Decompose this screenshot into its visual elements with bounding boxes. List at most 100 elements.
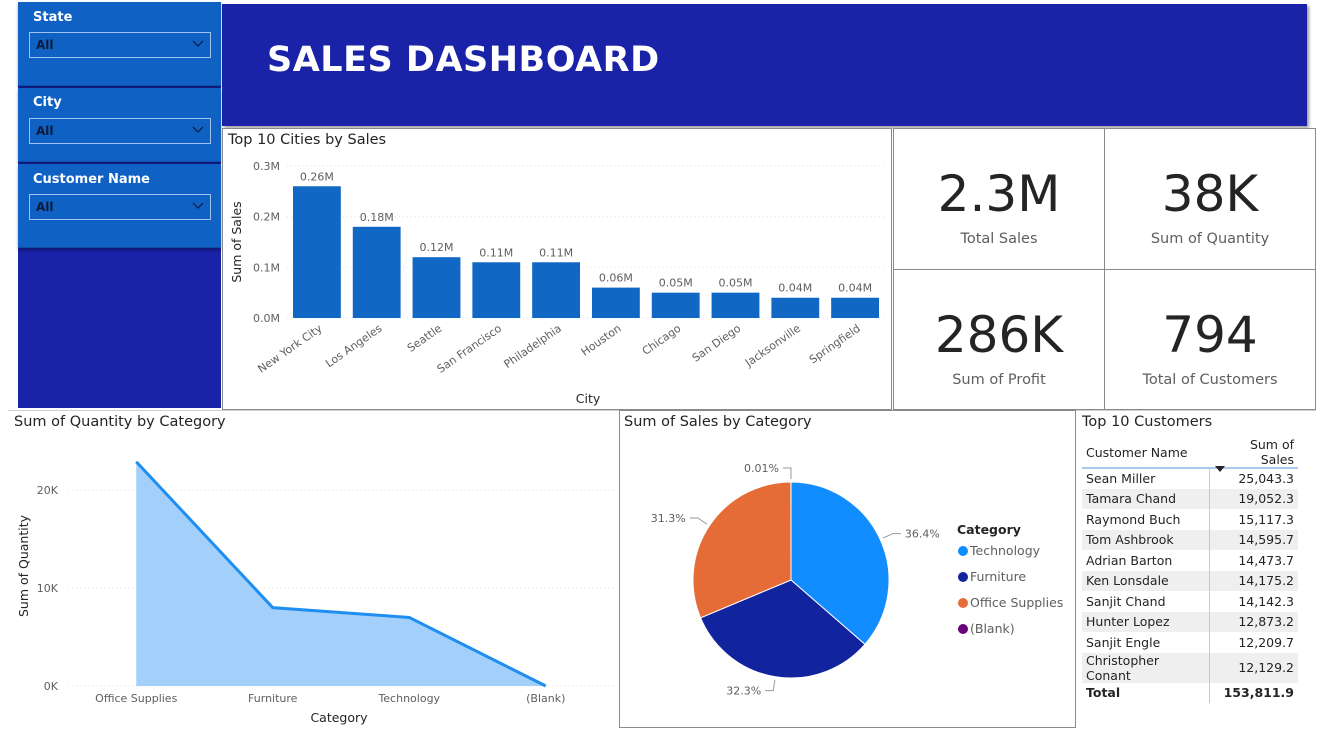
bar xyxy=(591,287,640,318)
table-body: Sean Miller 25,043.3 Tamara Chand 19,052.3 R… xyxy=(1082,468,1298,703)
customer-name-dropdown-value: All xyxy=(36,200,54,214)
city-slicer: City All xyxy=(18,88,221,162)
top-customers-table-visual[interactable]: Top 10 Customers Customer Name Sum of Sa… xyxy=(1076,410,1316,728)
leader-line xyxy=(689,517,708,525)
data-label: 0.12M xyxy=(420,241,454,254)
slice-data-label: 31.3% xyxy=(651,512,686,525)
y-tick-label: 10K xyxy=(37,582,59,595)
sales-by-category-pie-chart[interactable]: Sum of Sales by Category 36.4% 32.3% 31.3%… xyxy=(619,410,1076,728)
x-tick-label: Los Angeles xyxy=(323,322,384,370)
x-tick-label: (Blank) xyxy=(526,692,565,705)
table-row[interactable]: Christopher Conant 12,129.2 xyxy=(1082,652,1298,683)
column-header-customer-name[interactable]: Customer Name xyxy=(1082,437,1210,469)
y-tick-label: 20K xyxy=(37,484,59,497)
customer-name-slicer-label: Customer Name xyxy=(33,172,150,187)
customer-name-slicer: Customer Name All xyxy=(18,164,221,248)
customer-name-cell: Sanjit Chand xyxy=(1086,593,1166,609)
customer-name-cell: Raymond Buch xyxy=(1086,511,1181,527)
chevron-down-icon xyxy=(192,126,204,133)
total-label: Total xyxy=(1086,685,1121,701)
x-tick-label: Philadelphia xyxy=(501,322,563,371)
legend-item: Office Supplies xyxy=(970,595,1063,610)
customer-name-cell: Hunter Lopez xyxy=(1082,611,1210,632)
state-slicer-label: State xyxy=(33,10,73,25)
x-axis-title: Category xyxy=(310,710,368,725)
x-tick-label: Chicago xyxy=(640,322,684,358)
chevron-down-icon xyxy=(192,40,204,47)
city-slicer-label: City xyxy=(33,95,62,110)
bar xyxy=(771,297,820,318)
kpi-label: Sum of Quantity xyxy=(1150,231,1270,247)
legend-item: Furniture xyxy=(970,569,1026,584)
y-axis-title: Sum of Sales xyxy=(229,201,244,282)
y-tick-label: 0.2M xyxy=(253,211,280,224)
data-label: 0.06M xyxy=(599,272,633,285)
customer-name-cell: Ken Lonsdale xyxy=(1082,570,1210,591)
kpi-value: 794 xyxy=(1162,306,1258,364)
table-row[interactable]: Tamara Chand 19,052.3 xyxy=(1082,488,1298,509)
x-tick-label: Furniture xyxy=(248,692,298,705)
table-row[interactable]: Tom Ashbrook 14,595.7 xyxy=(1082,529,1298,550)
bar xyxy=(831,297,880,318)
sum-of-sales-cell: 19,052.3 xyxy=(1208,488,1298,509)
chevron-down-icon xyxy=(192,202,204,209)
kpi-label: Total of Customers xyxy=(1142,372,1278,388)
x-axis-title: City xyxy=(576,391,601,406)
table-row[interactable]: Sean Miller 25,043.3 xyxy=(1082,468,1298,489)
slice-data-label: 0.01% xyxy=(744,462,779,475)
table-row[interactable]: Sanjit Engle 12,209.7 xyxy=(1082,632,1298,653)
customer-name-cell: Tom Ashbrook xyxy=(1082,529,1210,550)
table-row[interactable]: Adrian Barton 14,473.7 xyxy=(1082,550,1298,571)
data-label: 0.05M xyxy=(659,277,693,290)
y-tick-label: 0.0M xyxy=(253,312,280,325)
city-dropdown[interactable]: All xyxy=(29,118,211,144)
header-banner: SALES DASHBOARD xyxy=(222,4,1307,126)
data-label: 0.11M xyxy=(539,246,573,259)
legend-marker xyxy=(958,546,968,556)
data-label: 0.18M xyxy=(360,211,394,224)
legend-item: Technology xyxy=(969,543,1041,558)
kpi-label: Total Sales xyxy=(960,231,1038,247)
customer-name-cell: Tamara Chand xyxy=(1082,488,1210,509)
total-row: Total 153,811.9 xyxy=(1082,682,1298,703)
y-tick-label: 0K xyxy=(44,680,59,693)
leader-line xyxy=(765,679,776,692)
sum-of-sales-cell: 12,873.2 xyxy=(1208,611,1298,632)
state-dropdown[interactable]: All xyxy=(29,32,211,58)
sum-of-sales-cell: 14,473.7 xyxy=(1208,550,1298,571)
sum-of-sales-cell: 14,175.2 xyxy=(1208,570,1298,591)
bar xyxy=(472,262,521,318)
x-tick-label: Seattle xyxy=(405,322,445,355)
x-tick-label: Jacksonville xyxy=(742,322,803,370)
bar xyxy=(412,257,461,318)
slice-data-label: 32.3% xyxy=(726,685,761,698)
slice-data-label: 36.4% xyxy=(905,528,940,541)
data-label: 0.05M xyxy=(719,277,753,290)
filter-panel: State All City All Customer Name All xyxy=(18,2,221,408)
table-row[interactable]: Raymond Buch 15,117.3 xyxy=(1082,509,1298,530)
top-cities-bar-chart[interactable]: Top 10 Cities by Sales 0.0M 0.1M 0.2M 0.3M 0… xyxy=(222,128,892,410)
column-header-sum-of-sales[interactable]: Sum of Sales xyxy=(1209,437,1298,472)
sum-of-sales-cell: 12,209.7 xyxy=(1208,632,1298,653)
column-header-label: Sum of Sales xyxy=(1249,437,1294,467)
kpi-sum-of-quantity: 38K Sum of Quantity xyxy=(1104,128,1316,270)
bar xyxy=(292,186,341,318)
city-dropdown-value: All xyxy=(36,124,54,138)
quantity-by-category-area-chart[interactable]: Sum of Quantity by Category 0K 10K 20K Offi… xyxy=(8,410,619,728)
page-title: SALES DASHBOARD xyxy=(267,40,660,80)
legend-marker xyxy=(958,624,968,634)
area-fill xyxy=(136,461,546,686)
x-tick-label: Houston xyxy=(579,322,624,359)
table-row[interactable]: Ken Lonsdale 14,175.2 xyxy=(1082,570,1298,591)
sum-of-sales-cell: 12,129.2 xyxy=(1208,652,1298,683)
y-tick-label: 0.1M xyxy=(253,261,280,274)
table-row[interactable]: Hunter Lopez 12,873.2 xyxy=(1082,611,1298,632)
area-chart-svg: 0K 10K 20K Office Supplies Furniture Technolo… xyxy=(16,460,614,725)
kpi-total-sales: 2.3M Total Sales xyxy=(893,128,1105,270)
kpi-value: 2.3M xyxy=(937,165,1061,223)
legend-item: (Blank) xyxy=(970,621,1015,636)
customer-name-dropdown[interactable]: All xyxy=(29,194,211,220)
table-row[interactable]: Sanjit Chand 14,142.3 xyxy=(1082,591,1298,612)
state-slicer: State All xyxy=(18,2,221,86)
legend-marker xyxy=(958,598,968,608)
